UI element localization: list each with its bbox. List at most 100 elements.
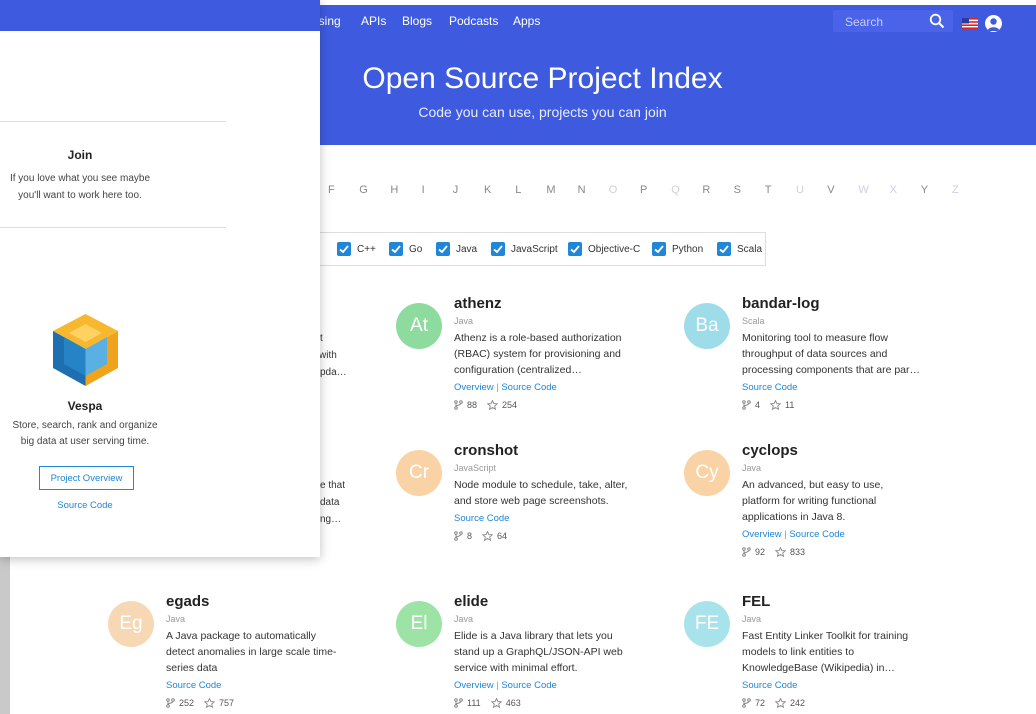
project-language: Java	[742, 614, 762, 624]
letter-filter-y[interactable]: Y	[921, 184, 928, 196]
project-language: Scala	[742, 316, 765, 326]
language-filter: C++ Go Java JavaScript Objective-C Pytho…	[300, 232, 766, 266]
card-body: FEL Java Fast Entity Linker Toolkit for tr…	[742, 593, 932, 710]
overview-link[interactable]: Overview	[742, 529, 782, 540]
source-code-link[interactable]: Source Code	[501, 680, 556, 691]
letter-filter-x: X	[889, 184, 897, 196]
star-icon	[775, 698, 790, 708]
overview-link[interactable]: Overview	[454, 382, 494, 393]
project-links: Source Code	[742, 381, 932, 395]
lang-label: Scala	[737, 243, 763, 255]
project-title[interactable]: cyclops	[742, 442, 932, 460]
letter-filter-t[interactable]: T	[765, 184, 772, 196]
project-stats: 72 242	[742, 696, 932, 710]
us-flag-icon[interactable]	[962, 18, 978, 29]
fork-count: 92	[755, 547, 766, 557]
project-language: JavaScript	[454, 463, 497, 473]
source-code-link[interactable]: Source Code	[789, 529, 844, 540]
project-links: Source Code	[166, 679, 356, 693]
fork-count: 252	[179, 698, 195, 708]
letter-filter-h[interactable]: H	[390, 184, 398, 196]
project-title[interactable]: egads	[166, 593, 356, 611]
nav-link-apis[interactable]: APIs	[361, 14, 386, 28]
project-title[interactable]: FEL	[742, 593, 932, 611]
letter-filter-s[interactable]: S	[734, 184, 741, 196]
project-links: Source Code	[454, 512, 644, 526]
checkbox-checked-icon	[652, 242, 666, 256]
letter-filter-n[interactable]: N	[578, 184, 586, 196]
description-line: processing components that are par…	[742, 364, 921, 376]
nav-link-podcasts[interactable]: Podcasts	[449, 14, 498, 28]
vespa-description: Store, search, rank and organize big dat…	[0, 418, 170, 450]
star-count: 757	[219, 698, 235, 708]
project-avatar: At	[396, 303, 442, 349]
divider	[0, 121, 226, 122]
overview-link[interactable]: Overview	[454, 680, 494, 691]
letter-filter-m[interactable]: M	[546, 184, 555, 196]
source-code-link[interactable]: Source Code	[742, 382, 797, 393]
star-icon	[770, 400, 785, 410]
letter-filter-r[interactable]: R	[702, 184, 710, 196]
page: ising APIs Blogs Podcasts Apps Search Op…	[0, 0, 1036, 714]
search-box	[833, 10, 953, 34]
letter-filter-i[interactable]: I	[422, 184, 425, 196]
letter-filter-g[interactable]: G	[359, 184, 368, 196]
letter-filter-p[interactable]: P	[640, 184, 647, 196]
project-title[interactable]: cronshot	[454, 442, 644, 460]
user-avatar-icon[interactable]	[985, 15, 1002, 32]
description-line: KnowledgeBase (Wikipedia) in…	[742, 662, 895, 674]
letter-filter-o: O	[608, 184, 618, 196]
project-language: Java	[454, 316, 474, 326]
hidden-card-text: with	[319, 350, 337, 361]
card-body: cronshot JavaScript Node module to schedul…	[454, 442, 644, 543]
card-body: elide Java Elide is a Java library that le…	[454, 593, 644, 710]
lang-checkbox-objective-c[interactable]: Objective-C	[568, 241, 640, 257]
project-avatar: Cr	[396, 450, 442, 496]
project-stats: 4 11	[742, 398, 932, 412]
lang-checkbox-cpp[interactable]: C++	[337, 241, 376, 257]
source-code-link[interactable]: Source Code	[0, 500, 170, 511]
fork-count: 8	[467, 531, 473, 541]
project-title[interactable]: elide	[454, 593, 644, 611]
project-overview-button[interactable]: Project Overview	[39, 466, 134, 490]
lang-checkbox-java[interactable]: Java	[436, 241, 477, 257]
dropdown-panel: Join If you love what you see maybe you'…	[0, 0, 320, 557]
join-description: If you love what you see maybe you'll wa…	[0, 170, 160, 204]
source-code-link[interactable]: Source Code	[166, 680, 221, 691]
fork-icon	[454, 531, 467, 541]
lang-checkbox-javascript[interactable]: JavaScript	[491, 241, 558, 257]
vespa-text-line: Store, search, rank and organize	[12, 420, 158, 431]
project-links: Source Code	[742, 679, 932, 693]
card-body: egads Java A Java package to automatically…	[166, 593, 356, 710]
project-title[interactable]: bandar-log	[742, 295, 932, 313]
letter-filter-k[interactable]: K	[484, 184, 491, 196]
lang-checkbox-go[interactable]: Go	[389, 241, 422, 257]
search-input[interactable]	[843, 10, 927, 34]
project-language: Java	[742, 463, 762, 473]
lang-checkbox-scala[interactable]: Scala	[717, 241, 762, 257]
nav-link-apps[interactable]: Apps	[513, 14, 540, 28]
letter-filter-j[interactable]: J	[453, 184, 459, 196]
star-count: 463	[505, 698, 521, 708]
lang-label: Python	[672, 243, 704, 255]
checkbox-checked-icon	[717, 242, 731, 256]
project-links: Overview | Source Code	[454, 381, 644, 395]
project-title[interactable]: athenz	[454, 295, 644, 313]
lang-checkbox-python[interactable]: Python	[652, 241, 703, 257]
project-avatar: El	[396, 601, 442, 647]
letter-filter-l[interactable]: L	[515, 184, 521, 196]
source-code-link[interactable]: Source Code	[501, 382, 556, 393]
hidden-card-text: pda…	[320, 367, 347, 378]
source-code-link[interactable]: Source Code	[454, 513, 509, 524]
lang-label: JavaScript	[511, 243, 558, 255]
letter-filter-z: Z	[952, 184, 959, 196]
source-code-link[interactable]: Source Code	[742, 680, 797, 691]
fork-count: 88	[467, 400, 478, 410]
project-avatar: Ba	[684, 303, 730, 349]
search-icon[interactable]	[929, 13, 945, 29]
letter-filter-v[interactable]: V	[827, 184, 834, 196]
project-links: Overview | Source Code	[742, 528, 932, 542]
vespa-logo-icon	[53, 314, 118, 386]
nav-link-blogs[interactable]: Blogs	[402, 14, 432, 28]
letter-filter-f[interactable]: F	[328, 184, 335, 196]
